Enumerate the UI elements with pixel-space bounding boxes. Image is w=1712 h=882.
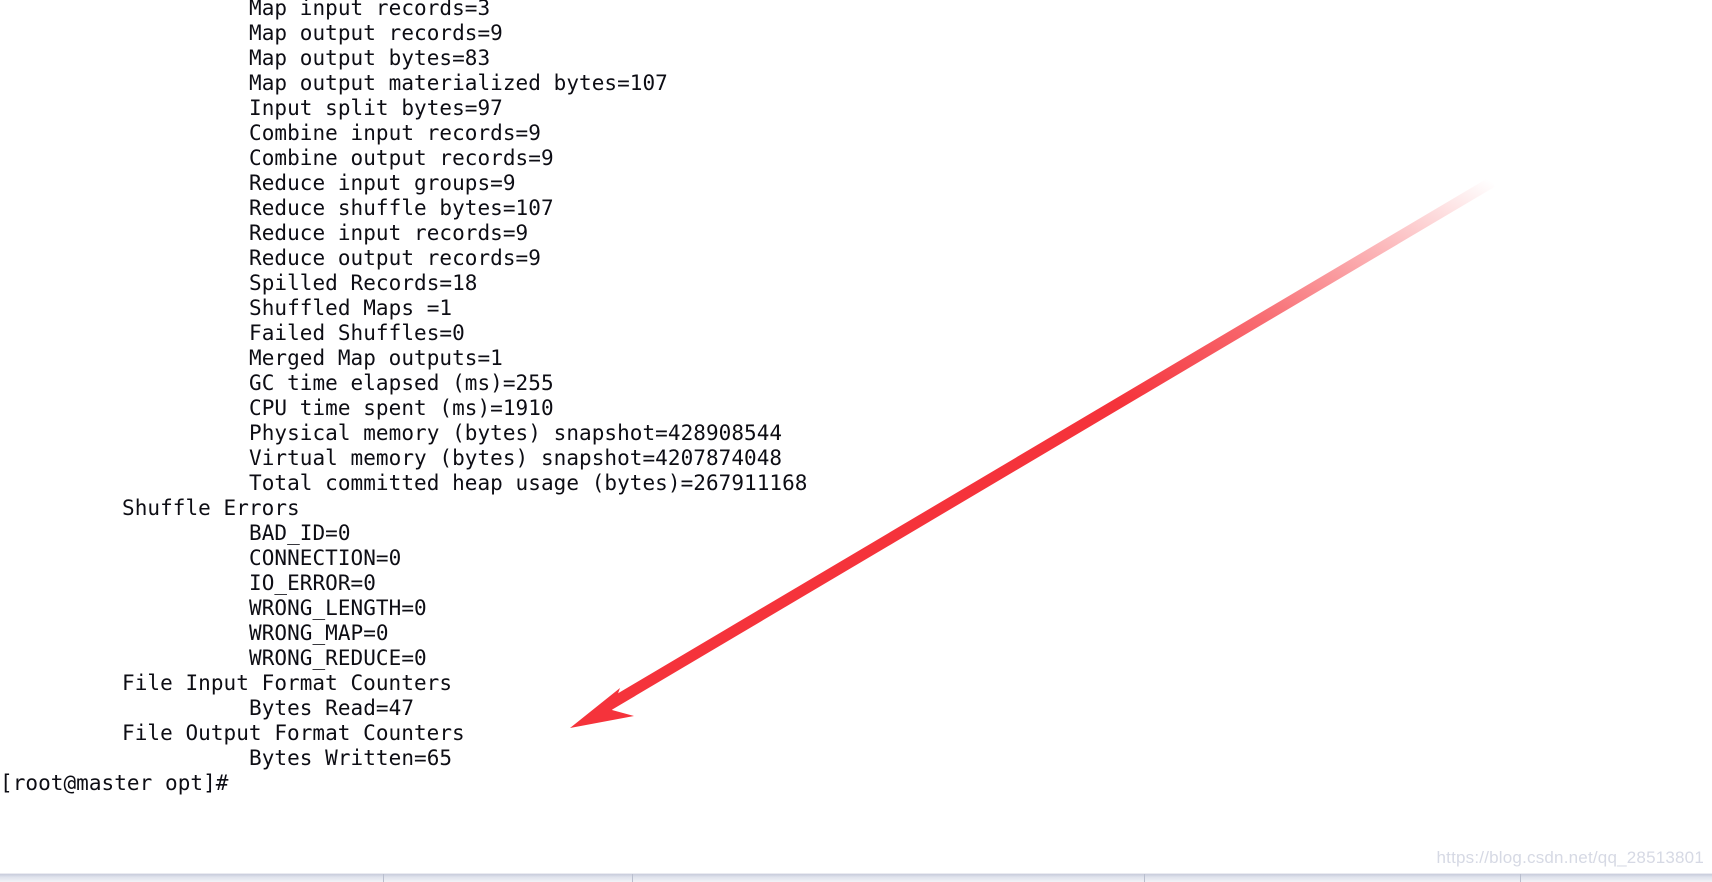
band-tick: [383, 874, 384, 882]
terminal-line: Combine input records=9: [249, 121, 541, 145]
terminal-line: Shuffled Maps =1: [249, 296, 453, 320]
terminal-line: Reduce shuffle bytes=107: [249, 196, 554, 220]
terminal-line: CONNECTION=0: [249, 546, 402, 570]
terminal-line: Bytes Read=47: [249, 696, 415, 720]
terminal-line: Merged Map outputs=1: [249, 346, 503, 370]
terminal-line: BAD_ID=0: [249, 521, 351, 545]
csdn-watermark: https://blog.csdn.net/qq_28513801: [1436, 848, 1704, 867]
terminal-line: Shuffle Errors: [122, 496, 300, 520]
terminal-line: Input split bytes=97: [249, 96, 503, 120]
terminal-line: GC time elapsed (ms)=255: [249, 371, 554, 395]
terminal-line: Map output materialized bytes=107: [249, 71, 668, 95]
terminal-line: Spilled Records=18: [249, 271, 478, 295]
terminal-line: Map output bytes=83: [249, 46, 491, 70]
terminal-line: File Output Format Counters: [122, 721, 465, 745]
terminal-line: Reduce input groups=9: [249, 171, 516, 195]
terminal-line: Total committed heap usage (bytes)=26791…: [249, 471, 808, 495]
terminal-line: WRONG_LENGTH=0: [249, 596, 427, 620]
band-tick: [1144, 874, 1145, 882]
terminal-line: Map output records=9: [249, 21, 503, 45]
terminal-line: [root@master opt]#: [0, 771, 229, 795]
terminal-line: Failed Shuffles=0: [249, 321, 465, 345]
terminal-line: Map input records=3: [249, 0, 491, 20]
terminal-line: IO_ERROR=0: [249, 571, 376, 595]
band-tick: [632, 874, 633, 882]
terminal-output: Map input records=3 Map output records=9 M…: [0, 0, 1712, 796]
terminal-line: Reduce output records=9: [249, 246, 541, 270]
terminal-screenshot: Map input records=3 Map output records=9 M…: [0, 0, 1712, 882]
terminal-line: Combine output records=9: [249, 146, 554, 170]
terminal-line: WRONG_REDUCE=0: [249, 646, 427, 670]
terminal-line: Virtual memory (bytes) snapshot=42078740…: [249, 446, 783, 470]
terminal-line: Physical memory (bytes) snapshot=4289085…: [249, 421, 783, 445]
terminal-line: WRONG_MAP=0: [249, 621, 389, 645]
terminal-line: File Input Format Counters: [122, 671, 453, 695]
bottom-scrollbar-band[interactable]: [0, 871, 1712, 882]
terminal-line: CPU time spent (ms)=1910: [249, 396, 554, 420]
terminal-line: Bytes Written=65: [249, 746, 453, 770]
band-tick: [1520, 874, 1521, 882]
terminal-line: Reduce input records=9: [249, 221, 529, 245]
